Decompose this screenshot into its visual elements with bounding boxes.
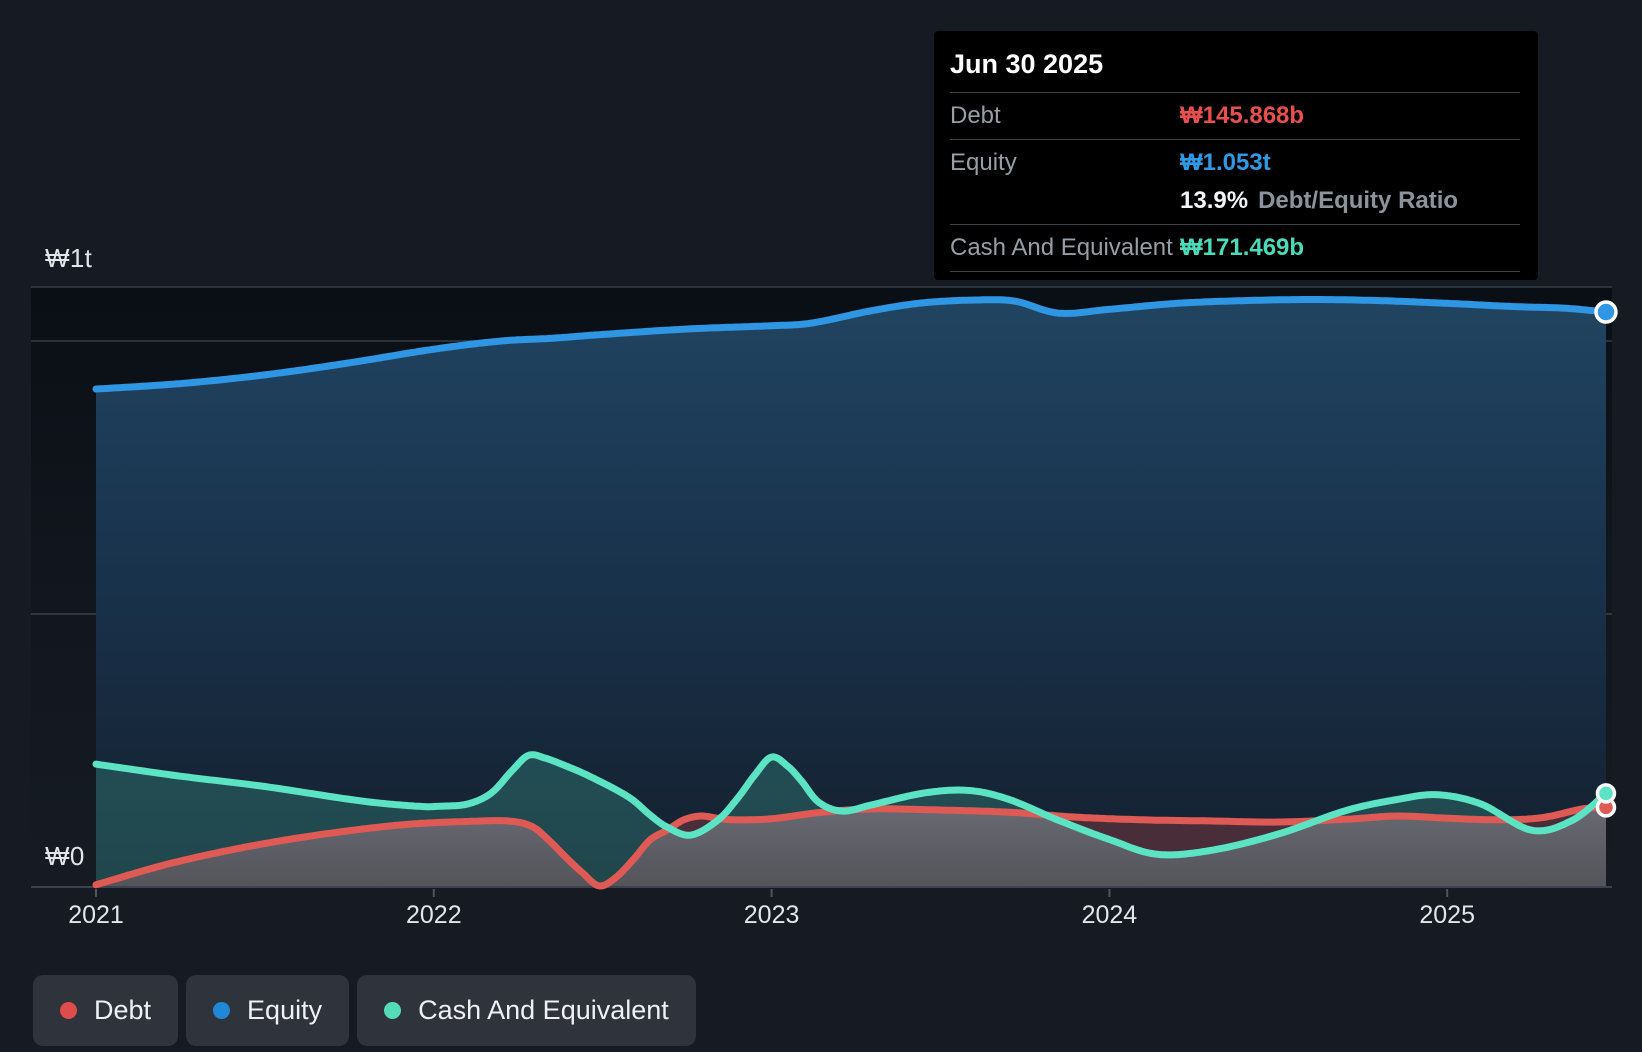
tooltip-date: Jun 30 2025 <box>950 49 1104 79</box>
x-axis-label-2021: 2021 <box>68 901 124 929</box>
x-axis-label-2022: 2022 <box>405 901 462 929</box>
tooltip-ratio-value: 13.9% <box>1180 187 1249 214</box>
legend-item-equity[interactable]: Equity <box>186 975 350 1046</box>
tooltip-equity-value: ₩1.053t <box>1180 149 1271 176</box>
tooltip-bottom-divider <box>950 271 1520 278</box>
x-axis-label-2025: 2025 <box>1419 901 1475 929</box>
tooltip-debt-label: Debt <box>950 102 1001 129</box>
tooltip-row-ratio: 13.9% Debt/Equity Ratio <box>950 186 1520 224</box>
legend-equity-label: Equity <box>247 995 323 1025</box>
tooltip-debt-value: ₩145.868b <box>1180 102 1305 129</box>
chart-page: ₩1t ₩0 2021 2022 2023 2024 2025 Jun 30 2025 … <box>0 0 1642 1052</box>
cash-color-dot-icon <box>384 1002 402 1019</box>
legend-cash-label: Cash And Equivalent <box>418 995 669 1025</box>
y-axis-label-0: ₩0 <box>45 841 85 871</box>
tooltip-row-debt: Debt ₩145.868b <box>950 92 1520 139</box>
x-axis-label-2023: 2023 <box>743 901 800 929</box>
chart-legend: Debt Equity Cash And Equivalent <box>33 975 696 1046</box>
debt-color-dot-icon <box>60 1002 77 1019</box>
tooltip-ratio-label: Debt/Equity Ratio <box>1258 187 1459 214</box>
y-axis-label-1t: ₩1t <box>45 243 93 273</box>
tooltip-equity-label: Equity <box>950 149 1017 176</box>
tooltip-cash-value: ₩171.469b <box>1180 234 1305 261</box>
tooltip-row-cash: Cash And Equivalent ₩171.469b <box>950 224 1520 271</box>
equity-color-dot-icon <box>213 1002 231 1019</box>
cash-endpoint-marker <box>1595 783 1617 804</box>
x-axis-label-2024: 2024 <box>1081 901 1138 929</box>
legend-item-debt[interactable]: Debt <box>33 975 179 1046</box>
legend-debt-label: Debt <box>94 995 152 1025</box>
chart-tooltip: Jun 30 2025 Debt ₩145.868b Equity ₩1.053… <box>934 31 1538 280</box>
tooltip-row-equity: Equity ₩1.053t <box>950 139 1520 186</box>
tooltip-cash-label: Cash And Equivalent <box>950 234 1173 261</box>
legend-item-cash[interactable]: Cash And Equivalent <box>357 975 696 1046</box>
equity-endpoint-marker <box>1594 300 1618 324</box>
